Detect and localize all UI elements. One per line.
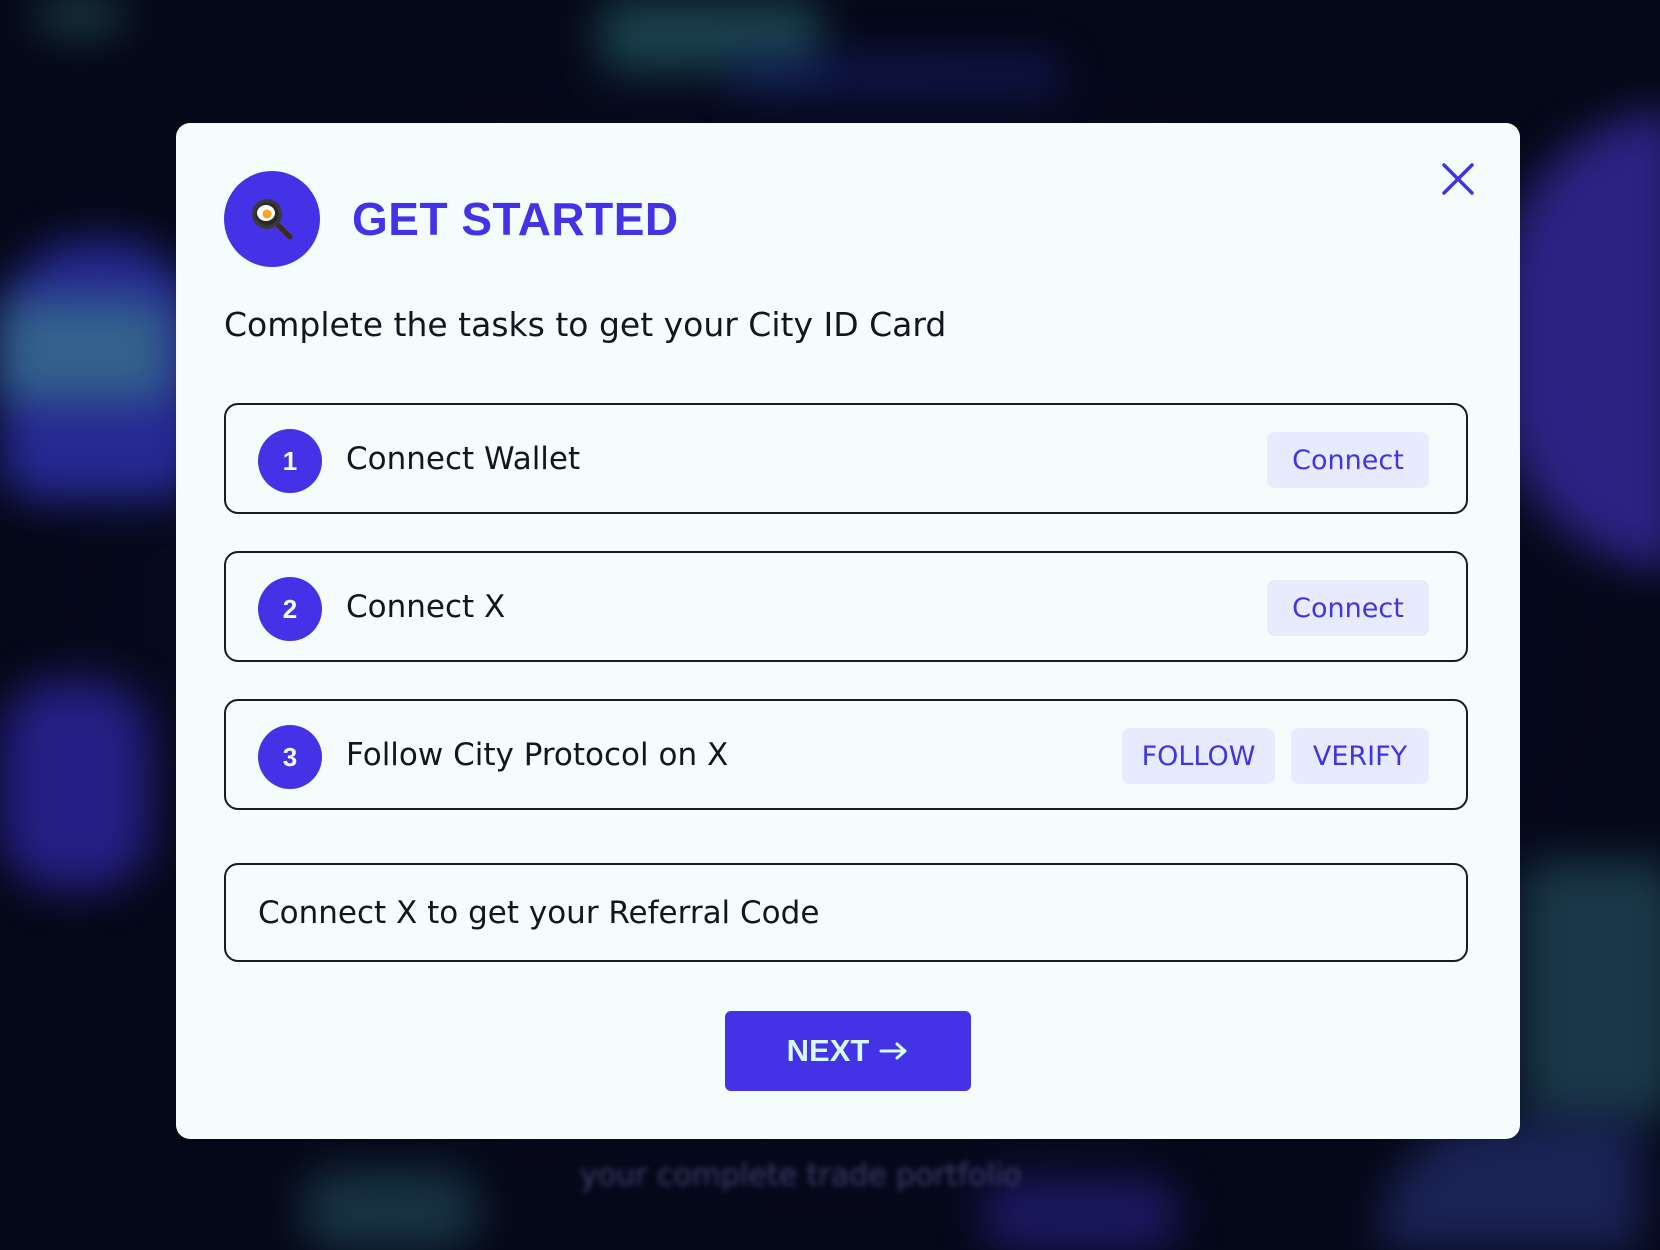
arrow-right-icon <box>879 1042 907 1060</box>
modal-title: GET STARTED <box>352 193 679 245</box>
next-button[interactable]: NEXT <box>725 1011 971 1091</box>
get-started-modal: GET STARTED Complete the tasks to get yo… <box>176 123 1520 1139</box>
frying-pan-egg-icon <box>252 199 293 240</box>
next-button-label: NEXT <box>786 1033 870 1068</box>
background-shape <box>300 1170 480 1250</box>
task-number-badge: 2 <box>258 577 322 641</box>
task-number-badge: 3 <box>258 725 322 789</box>
background-footer-text: your complete trade portfolio <box>580 1158 1022 1193</box>
logo <box>224 171 320 267</box>
background-shape <box>1520 860 1660 1120</box>
task-label: Connect X <box>346 589 506 625</box>
background-shape <box>1500 110 1660 570</box>
connect-wallet-button[interactable]: Connect <box>1267 432 1429 488</box>
task-follow-city-protocol: 3 Follow City Protocol on X FOLLOW VERIF… <box>224 699 1468 810</box>
background-shape <box>40 0 120 30</box>
follow-button[interactable]: FOLLOW <box>1122 728 1275 784</box>
background-shape <box>1380 1120 1640 1250</box>
task-connect-x: 2 Connect X Connect <box>224 551 1468 662</box>
referral-code-box: Connect X to get your Referral Code <box>224 863 1468 962</box>
connect-x-button[interactable]: Connect <box>1267 580 1429 636</box>
task-label: Connect Wallet <box>346 441 581 477</box>
background-shape <box>0 300 170 400</box>
task-number-badge: 1 <box>258 429 322 493</box>
referral-code-text: Connect X to get your Referral Code <box>258 895 820 931</box>
modal-subtitle: Complete the tasks to get your City ID C… <box>224 305 947 344</box>
task-label: Follow City Protocol on X <box>346 737 729 773</box>
close-button[interactable] <box>1438 159 1478 199</box>
background-shape <box>0 680 150 890</box>
close-icon <box>1442 163 1474 195</box>
verify-button[interactable]: VERIFY <box>1291 728 1429 784</box>
background-shape <box>730 60 1060 90</box>
task-connect-wallet: 1 Connect Wallet Connect <box>224 403 1468 514</box>
